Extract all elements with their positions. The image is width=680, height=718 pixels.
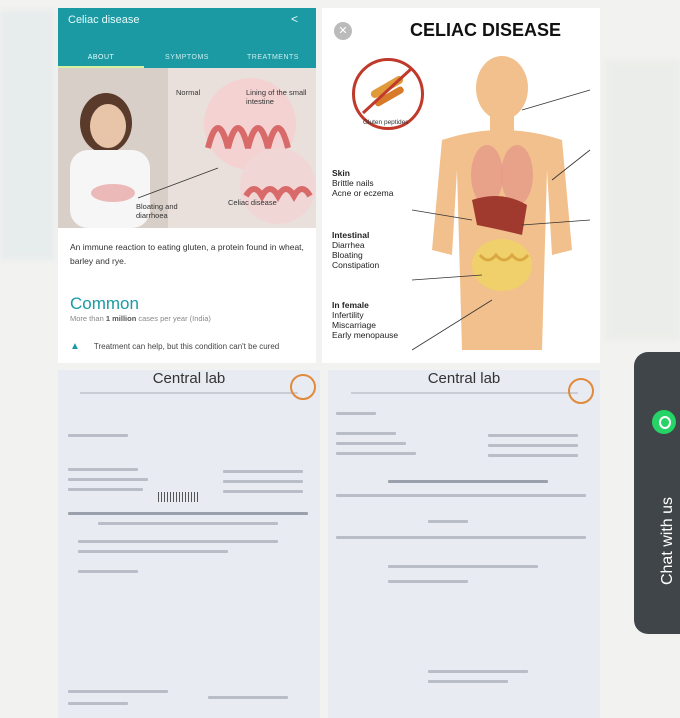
report-line bbox=[68, 702, 128, 705]
report-line bbox=[336, 494, 586, 497]
report-line bbox=[428, 520, 468, 523]
lab-report-subtitle bbox=[68, 390, 310, 396]
app-title: Celiac disease bbox=[68, 14, 140, 26]
gluten-label: Gluten peptides bbox=[363, 119, 409, 126]
female-item: Early menopause bbox=[332, 330, 399, 340]
report-line bbox=[388, 480, 548, 483]
report-line bbox=[428, 680, 508, 683]
app-bar: Celiac disease < ABOUT SYMPTOMS TREATMEN… bbox=[58, 8, 316, 68]
skin-heading: Skin bbox=[332, 168, 350, 178]
label-lining: Lining of the small intestine bbox=[246, 88, 307, 106]
report-line bbox=[336, 432, 396, 435]
female-heading: In female bbox=[332, 300, 369, 310]
report-line bbox=[78, 570, 138, 573]
common-heading: Common bbox=[70, 294, 139, 313]
label-normal: Normal bbox=[176, 88, 201, 97]
background-right-card bbox=[605, 60, 680, 340]
report-line bbox=[388, 565, 538, 568]
report-line bbox=[488, 444, 578, 447]
intestinal-item: Bloating bbox=[332, 250, 363, 260]
label-celiac: Celiac disease bbox=[228, 198, 277, 207]
lab-report-title: Central lab bbox=[427, 370, 501, 387]
tab-about[interactable]: ABOUT bbox=[58, 48, 144, 68]
report-line bbox=[68, 512, 308, 515]
cases-suffix: cases per year (India) bbox=[138, 314, 211, 323]
tab-bar: ABOUT SYMPTOMS TREATMENTS bbox=[58, 48, 316, 68]
report-line bbox=[98, 522, 278, 525]
celiac-diagram-card[interactable]: ✕ CELIAC DISEASE Gluten peptides Skin Br… bbox=[322, 8, 600, 363]
label-bloating: Bloating and diarrhoea bbox=[136, 202, 178, 220]
report-line bbox=[78, 550, 228, 553]
lab-logo-icon bbox=[568, 378, 594, 404]
celiac-app-card[interactable]: Celiac disease < ABOUT SYMPTOMS TREATMEN… bbox=[58, 8, 316, 363]
tab-treatments[interactable]: TREATMENTS bbox=[230, 48, 316, 68]
skin-item: Acne or eczema bbox=[332, 188, 394, 198]
skin-item: Brittle nails bbox=[332, 178, 374, 188]
chat-with-us-tab[interactable]: Chat with us bbox=[634, 352, 680, 634]
report-line bbox=[488, 454, 578, 457]
intestinal-item: Diarrhea bbox=[332, 240, 365, 250]
report-line bbox=[388, 580, 468, 583]
report-line bbox=[223, 480, 303, 483]
lab-report-title: Central lab bbox=[152, 370, 226, 387]
report-line bbox=[68, 690, 168, 693]
background-left-card bbox=[0, 10, 55, 260]
intestinal-heading: Intestinal bbox=[332, 230, 370, 240]
intestinal-symptoms: Intestinal Diarrhea Bloating Constipatio… bbox=[332, 230, 379, 270]
report-line bbox=[68, 434, 128, 437]
flask-icon: ▲ bbox=[70, 341, 80, 352]
intestinal-item: Constipation bbox=[332, 260, 380, 270]
cases-bold: 1 million bbox=[105, 314, 137, 323]
report-barcode bbox=[158, 492, 200, 502]
tab-symptoms[interactable]: SYMPTOMS bbox=[144, 48, 230, 68]
lab-report-subtitle bbox=[338, 390, 590, 396]
chat-label: Chat with us bbox=[659, 496, 676, 586]
lab-report-left[interactable]: Central lab bbox=[58, 370, 320, 718]
skin-symptoms: Skin Brittle nails Acne or eczema bbox=[332, 168, 393, 198]
report-line bbox=[223, 470, 303, 473]
report-line bbox=[68, 478, 148, 481]
close-icon[interactable]: ✕ bbox=[334, 22, 352, 40]
female-item: Miscarriage bbox=[332, 320, 376, 330]
report-line bbox=[488, 434, 578, 437]
female-symptoms: In female Infertility Miscarriage Early … bbox=[332, 300, 398, 340]
diagram-title: CELIAC DISEASE bbox=[410, 20, 562, 40]
lab-report-right[interactable]: Central lab bbox=[328, 370, 600, 718]
whatsapp-icon[interactable] bbox=[652, 410, 676, 434]
treatment-text: Treatment can help, but this condition c… bbox=[93, 342, 280, 351]
treatment-note: ▲ Treatment can help, but this condition… bbox=[70, 341, 306, 352]
report-line bbox=[68, 468, 138, 471]
disease-description: An immune reaction to eating gluten, a p… bbox=[70, 242, 304, 266]
report-line bbox=[223, 490, 303, 493]
report-line bbox=[336, 452, 416, 455]
report-line bbox=[78, 540, 278, 543]
share-icon[interactable]: < bbox=[291, 12, 298, 26]
report-line bbox=[68, 488, 143, 491]
cases-prefix: More than bbox=[70, 314, 104, 323]
report-line bbox=[336, 536, 586, 539]
report-line bbox=[336, 442, 406, 445]
report-line bbox=[208, 696, 288, 699]
cases-count: More than 1 million cases per year (Indi… bbox=[70, 314, 211, 323]
body-figure bbox=[412, 56, 591, 351]
female-item: Infertility bbox=[332, 310, 364, 320]
report-line bbox=[428, 670, 528, 673]
intestine-illustration: Normal Lining of the small intestine Blo… bbox=[58, 68, 316, 228]
lab-logo-icon bbox=[290, 374, 316, 400]
report-line bbox=[336, 412, 376, 415]
